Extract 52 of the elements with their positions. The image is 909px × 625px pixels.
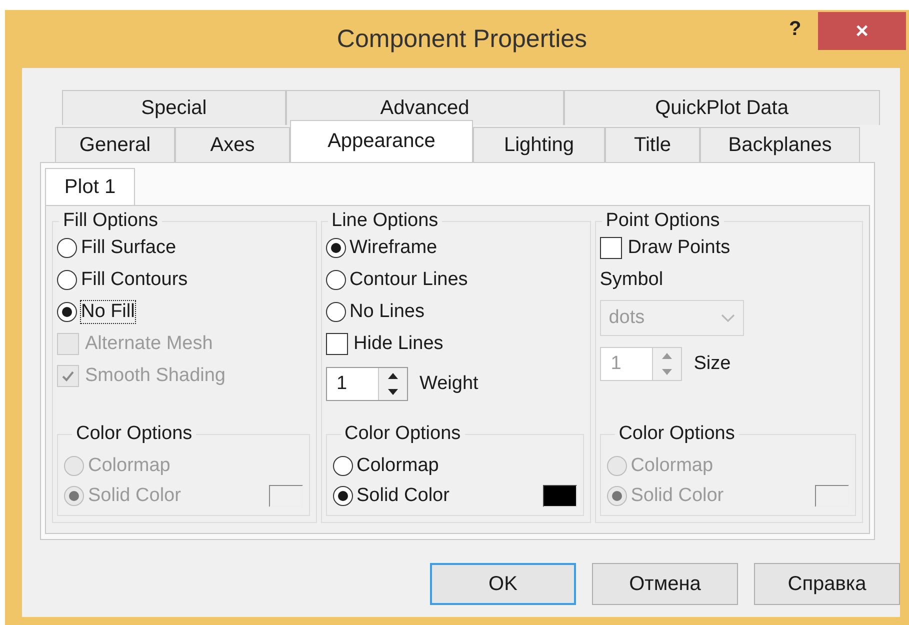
down-arrow-icon[interactable] [388, 389, 398, 395]
radio-button[interactable] [332, 486, 352, 506]
radio-label[interactable]: Solid Color [356, 485, 450, 507]
group-title: Color Options [344, 423, 462, 445]
group-title: Color Options [75, 423, 194, 445]
tab[interactable]: Advanced [286, 90, 564, 125]
tab[interactable]: Appearance [290, 120, 473, 162]
spin-label: Size [694, 353, 731, 375]
radio-button[interactable] [57, 270, 77, 290]
group-title: Color Options [618, 423, 736, 445]
up-arrow-icon[interactable] [388, 373, 398, 379]
radio-label[interactable]: No Lines [350, 301, 424, 323]
checkbox-label[interactable]: Draw Points [628, 237, 730, 259]
tab[interactable]: Lighting [473, 127, 605, 162]
spin-value: 1 [610, 352, 622, 376]
radio-label[interactable]: Contour Lines [350, 269, 468, 291]
tab[interactable]: Plot 1 [45, 168, 135, 205]
dialog-button[interactable]: Справка [754, 563, 900, 605]
tab[interactable]: Backplanes [700, 127, 860, 162]
spin-value: 1 [336, 372, 348, 396]
color-swatch[interactable] [542, 485, 577, 507]
checkbox[interactable] [600, 237, 622, 259]
radio-label[interactable]: No Fill [81, 301, 135, 323]
group-title: Point Options [604, 210, 721, 232]
radio-button[interactable] [326, 302, 346, 322]
help-button[interactable]: ? [785, 16, 806, 43]
dialog-button[interactable]: OK [430, 563, 576, 605]
radio-label[interactable]: Fill Contours [81, 269, 188, 291]
dialog-button[interactable]: Отмена [592, 563, 738, 605]
radio-button[interactable] [326, 238, 346, 258]
tab[interactable]: General [55, 127, 175, 162]
radio-button[interactable] [57, 238, 77, 258]
radio-label[interactable]: Fill Surface [81, 237, 176, 259]
close-button[interactable]: × [818, 12, 906, 50]
checkbox-label[interactable]: Hide Lines [354, 333, 444, 355]
checkbox[interactable] [326, 333, 348, 355]
spin-box[interactable]: 1 [326, 367, 408, 401]
tab[interactable]: Title [605, 127, 700, 162]
radio-label[interactable]: Wireframe [350, 237, 438, 259]
tab[interactable]: Special [62, 90, 286, 125]
radio-label[interactable]: Colormap [356, 455, 439, 477]
group-title: Line Options [330, 210, 440, 232]
chevron-down-icon [720, 314, 735, 322]
radio-button[interactable] [57, 302, 77, 322]
radio-button[interactable] [332, 456, 352, 476]
tab[interactable]: QuickPlot Data [564, 90, 880, 125]
window-title: Component Properties [336, 24, 588, 54]
group-title: Fill Options [62, 210, 160, 232]
spin-label: Weight [420, 373, 478, 395]
tab[interactable]: Axes [175, 127, 290, 162]
radio-button[interactable] [326, 270, 346, 290]
field-label: Symbol [600, 269, 664, 291]
